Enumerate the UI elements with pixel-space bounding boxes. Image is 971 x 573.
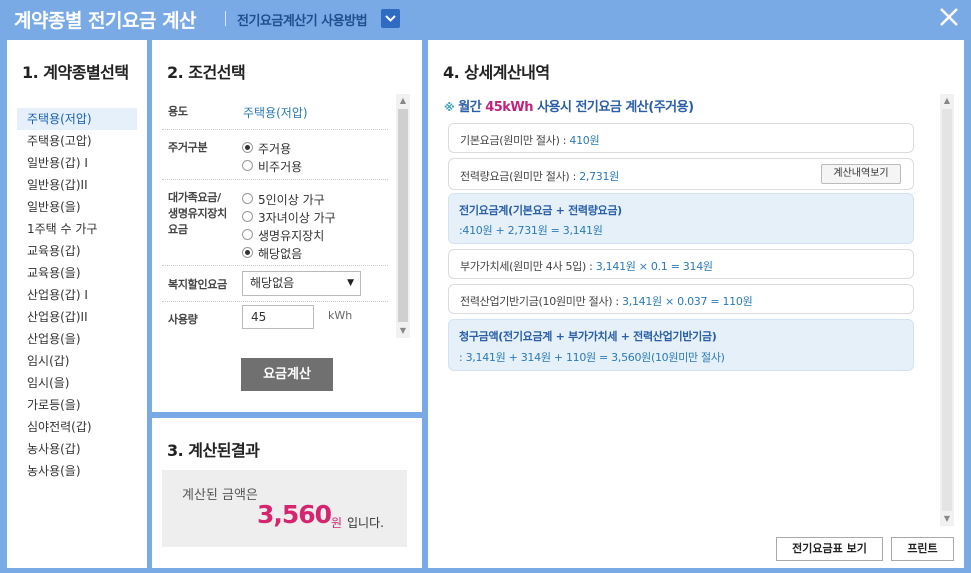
- subtotal-title: 전기요금계(기본요금 + 전력량요금): [459, 204, 622, 217]
- result-suffix: 입니다.: [347, 516, 384, 530]
- total-title: 청구금액(전기요금계 + 부가가치세 + 전력산업기반기금): [459, 330, 717, 343]
- subtotal-formula: :410원 + 2,731원 = 3,141원: [459, 224, 603, 237]
- contract-type-item[interactable]: 일반용(갑) I: [17, 152, 137, 174]
- fund-text: 전력산업기반기금(10원미만 절사) : 3,141원 × 0.037 = 11…: [460, 295, 753, 308]
- family-row: 대가족요금/ 생명유지장치 요금 5인이상 가구 3자녀이상 가구 생명유지장치…: [162, 180, 388, 266]
- panel-title: 2. 조건선택: [167, 63, 246, 82]
- contract-type-item[interactable]: 산업용(갑)II: [17, 306, 137, 328]
- residence-label: 주거구분: [168, 141, 208, 154]
- panel-title: 3. 계산된결과: [167, 441, 260, 460]
- contract-type-item[interactable]: 교육용(을): [17, 262, 137, 284]
- scroll-up-icon[interactable]: ▲: [396, 94, 410, 108]
- scroll-up-icon[interactable]: ▲: [940, 94, 954, 108]
- welfare-label: 복지할인요금: [168, 278, 227, 291]
- contract-type-item[interactable]: 주택용(저압): [17, 108, 137, 130]
- energy-fee-text: 전력량요금(원미만 절사) : 2,731원: [460, 170, 619, 183]
- contract-type-item[interactable]: 산업용(갑) I: [17, 284, 137, 306]
- family-label: 대가족요금/ 생명유지장치 요금: [168, 191, 227, 236]
- radio-dot: [242, 211, 253, 222]
- page-title: 계약종별 전기요금 계산: [14, 10, 197, 32]
- condition-scrollbar[interactable]: ▲ ▼: [396, 94, 410, 338]
- panel-title: 4. 상세계산내역: [443, 63, 550, 82]
- radio-dot: [242, 142, 253, 153]
- contract-type-item[interactable]: 가로등(을): [17, 394, 137, 416]
- scroll-thumb[interactable]: [398, 109, 408, 322]
- result-box: 계산된 금액은 3,560 원 입니다.: [162, 470, 407, 547]
- total-card: 청구금액(전기요금계 + 부가가치세 + 전력산업기반기금) : 3,141원 …: [448, 319, 914, 371]
- radio-dot: [242, 193, 253, 204]
- scroll-thumb[interactable]: [942, 109, 952, 511]
- base-fee-card: 기본요금(원미만 절사) : 410원: [448, 123, 914, 153]
- vat-text: 부가가치세(원미만 4사 5입) : 3,141원 × 0.1 = 314원: [460, 260, 713, 273]
- calc-detail-button[interactable]: 계산내역보기: [821, 164, 901, 184]
- usage-label: 용도: [168, 105, 188, 118]
- usage-row: 용도 주택용(저압): [162, 94, 388, 130]
- detail-scrollbar[interactable]: ▲ ▼: [940, 94, 954, 526]
- contract-type-list: 주택용(저압) 주택용(고압) 일반용(갑) I 일반용(갑)II 일반용(을) 1주택 …: [17, 108, 137, 482]
- welfare-row: 복지할인요금 해당없음 ▼: [162, 266, 388, 302]
- print-button[interactable]: 프린트: [891, 537, 954, 561]
- contract-type-item[interactable]: 농사용(갑): [17, 438, 137, 460]
- contract-type-item[interactable]: 주택용(고압): [17, 130, 137, 152]
- close-icon[interactable]: [936, 4, 962, 30]
- contract-type-item[interactable]: 농사용(을): [17, 460, 137, 482]
- vat-card: 부가가치세(원미만 4사 5입) : 3,141원 × 0.1 = 314원: [448, 249, 914, 279]
- contract-type-item[interactable]: 교육용(갑): [17, 240, 137, 262]
- residence-row: 주거구분 주거용 비주거용: [162, 130, 388, 180]
- calculate-button[interactable]: 요금계산: [241, 358, 333, 391]
- welfare-select[interactable]: 해당없음 ▼: [242, 271, 361, 296]
- result-label: 계산된 금액은: [182, 488, 258, 503]
- subtotal-card: 전기요금계(기본요금 + 전력량요금) :410원 + 2,731원 = 3,1…: [448, 193, 914, 244]
- radio-dot: [242, 229, 253, 240]
- consumption-row: 사용량 45 kWh: [162, 302, 388, 336]
- condition-panel: 2. 조건선택 용도 주택용(저압) 주거구분 주거용 비주거용 대가족요금/ …: [152, 40, 422, 412]
- contract-type-item[interactable]: 1주택 수 가구: [17, 218, 137, 240]
- consumption-input[interactable]: 45: [242, 305, 314, 329]
- howto-link[interactable]: 전기요금계산기 사용방법: [237, 10, 368, 29]
- dropdown-arrow-icon: ▼: [347, 278, 354, 288]
- note-mark-icon: ※: [444, 101, 455, 114]
- chevron-down-icon[interactable]: [381, 9, 400, 28]
- consumption-unit: kWh: [328, 309, 353, 322]
- header-divider: [225, 11, 226, 26]
- usage-value: 주택용(저압): [243, 106, 308, 120]
- result-panel: 3. 계산된결과 계산된 금액은 3,560 원 입니다.: [152, 418, 422, 568]
- contract-type-panel: 1. 계약종별선택 주택용(저압) 주택용(고압) 일반용(갑) I 일반용(갑)II…: [7, 40, 147, 568]
- condition-form: 용도 주택용(저압) 주거구분 주거용 비주거용 대가족요금/ 생명유지장치 요…: [162, 94, 392, 334]
- contract-type-item[interactable]: 임시(갑): [17, 350, 137, 372]
- result-unit: 원: [331, 516, 343, 530]
- base-fee-text: 기본요금(원미만 절사) : 410원: [460, 134, 600, 147]
- panel-title: 1. 계약종별선택: [22, 63, 129, 82]
- energy-fee-card: 전력량요금(원미만 절사) : 2,731원 계산내역보기: [448, 158, 914, 190]
- contract-type-item[interactable]: 심야전력(갑): [17, 416, 137, 438]
- rate-table-button[interactable]: 전기요금표 보기: [776, 537, 883, 561]
- detail-subtitle: ※ 월간 45kWh 사용시 전기요금 계산(주거용): [444, 100, 694, 115]
- contract-type-item[interactable]: 일반용(갑)II: [17, 174, 137, 196]
- fund-card: 전력산업기반기금(10원미만 절사) : 3,141원 × 0.037 = 11…: [448, 284, 914, 314]
- detail-panel: 4. 상세계산내역 ※ 월간 45kWh 사용시 전기요금 계산(주거용) 기본…: [428, 40, 964, 568]
- header-bar: 계약종별 전기요금 계산 전기요금계산기 사용방법: [0, 0, 971, 38]
- radio-dot: [242, 247, 253, 258]
- contract-type-item[interactable]: 산업용(을): [17, 328, 137, 350]
- radio-dot: [242, 160, 253, 171]
- scroll-down-icon[interactable]: ▼: [396, 324, 410, 338]
- total-formula: : 3,141원 + 314원 + 110원 = 3,560원(10원미만 절사…: [459, 351, 725, 364]
- contract-type-item[interactable]: 일반용(을): [17, 196, 137, 218]
- contract-type-item[interactable]: 임시(을): [17, 372, 137, 394]
- consumption-label: 사용량: [168, 313, 198, 326]
- scroll-down-icon[interactable]: ▼: [940, 512, 954, 526]
- result-amount: 3,560: [257, 500, 332, 529]
